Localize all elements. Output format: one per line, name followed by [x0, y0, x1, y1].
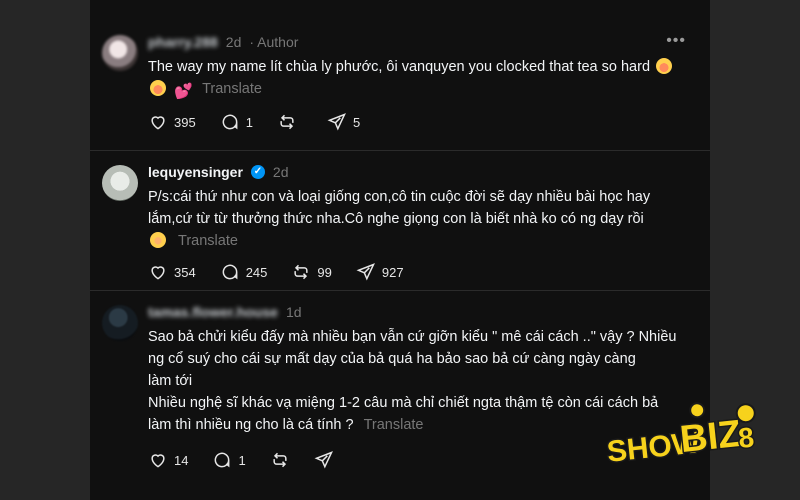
like-count: 354: [174, 264, 196, 280]
share-icon: [327, 113, 346, 131]
logo-text-8: 8: [737, 422, 756, 454]
translate-link[interactable]: Translate: [202, 81, 262, 97]
share-button[interactable]: 5: [327, 112, 360, 132]
share-count: 927: [381, 264, 404, 280]
showbiz8-logo: SHOW BIZ 8: [604, 402, 757, 470]
action-bar: 14 1: [148, 450, 334, 470]
smiling-emoji-icon: [150, 232, 166, 248]
action-bar: 354 245 99 927: [148, 262, 404, 282]
timestamp: 2d: [272, 164, 289, 180]
more-icon[interactable]: •••: [666, 32, 686, 50]
comment-header: tamas.flower.house 1d: [148, 304, 302, 320]
reply-button[interactable]: 245: [220, 262, 268, 282]
author-label: · Author: [249, 34, 299, 50]
avatar[interactable]: [102, 305, 138, 341]
repost-button[interactable]: [277, 112, 303, 132]
comment-header: lequyensinger ✓ 2d: [148, 164, 289, 180]
translate-link[interactable]: Translate: [364, 417, 424, 433]
comment-line: Nhiều nghệ sĩ khác vạ miệng 1-2 câu mà c…: [148, 395, 659, 411]
username[interactable]: lequyensinger: [148, 164, 243, 180]
crying-emoji-icon: [150, 80, 166, 96]
like-button[interactable]: 354: [148, 262, 196, 282]
repost-icon: [280, 114, 294, 130]
reply-button[interactable]: 1: [220, 112, 253, 132]
comment-line: làm thì nhiều ng cho là cá tính ?: [148, 417, 354, 433]
heart-icon: [151, 266, 165, 280]
username[interactable]: pharry.288: [148, 34, 218, 50]
logo-text-biz: BIZ: [678, 413, 743, 461]
repost-count: 99: [317, 264, 332, 280]
comment-text: P/s:cái thứ như con và loại giống con,cô…: [148, 186, 688, 252]
repost-button[interactable]: [270, 450, 290, 470]
timestamp: 1d: [285, 304, 302, 320]
reply-count: 1: [245, 114, 253, 130]
like-count: 395: [174, 114, 196, 130]
reply-count: 1: [238, 452, 246, 468]
avatar[interactable]: [102, 165, 138, 201]
like-button[interactable]: 395: [148, 112, 196, 132]
like-button[interactable]: 14: [148, 450, 188, 470]
heart-icon: [151, 116, 165, 130]
comment-line: làm tới: [148, 373, 193, 389]
share-button[interactable]: 927: [356, 262, 404, 282]
verified-icon: ✓: [250, 165, 265, 179]
repost-icon: [294, 264, 308, 280]
avatar[interactable]: [102, 35, 138, 71]
comment-item: lequyensinger ✓ 2d P/s:cái thứ như con v…: [90, 150, 710, 290]
logo-dot: [689, 402, 706, 419]
heart-icon: [151, 454, 165, 468]
share-button[interactable]: [314, 450, 334, 470]
comment-body: The way my name lít chùa ly phước, ôi va…: [148, 59, 651, 75]
repost-button[interactable]: 99: [291, 262, 332, 282]
share-icon: [314, 451, 333, 469]
comment-icon: [222, 264, 238, 280]
comment-body: P/s:cái thứ như con và loại giống con,cô…: [148, 189, 651, 227]
share-count: 5: [352, 114, 361, 130]
like-count: 14: [174, 452, 189, 468]
crying-emoji-icon: [656, 58, 673, 74]
comment-icon: [222, 114, 238, 130]
comment-icon: [215, 452, 230, 468]
comment-text: The way my name lít chùa ly phước, ôi va…: [148, 56, 688, 100]
repost-icon: [273, 452, 287, 468]
action-bar: 395 1 5: [148, 112, 360, 132]
comment-line: ng cổ suý cho cái sự mất dạy của bả quá …: [148, 351, 636, 367]
comment-header: pharry.288 2d · Author: [148, 34, 298, 50]
username[interactable]: tamas.flower.house: [148, 304, 278, 320]
comment-line: Sao bả chửi kiểu đấy mà nhiều bạn vẫn cứ…: [148, 329, 677, 345]
timestamp: 2d: [225, 34, 242, 50]
reply-count: 245: [245, 264, 268, 280]
reply-button[interactable]: 1: [212, 450, 246, 470]
logo-badge: [735, 403, 756, 424]
comment-item: pharry.288 2d · Author ••• The way my na…: [90, 0, 710, 150]
heart-emoji-icon: 💕: [174, 83, 193, 100]
share-icon: [356, 263, 375, 281]
translate-link[interactable]: Translate: [178, 233, 238, 249]
